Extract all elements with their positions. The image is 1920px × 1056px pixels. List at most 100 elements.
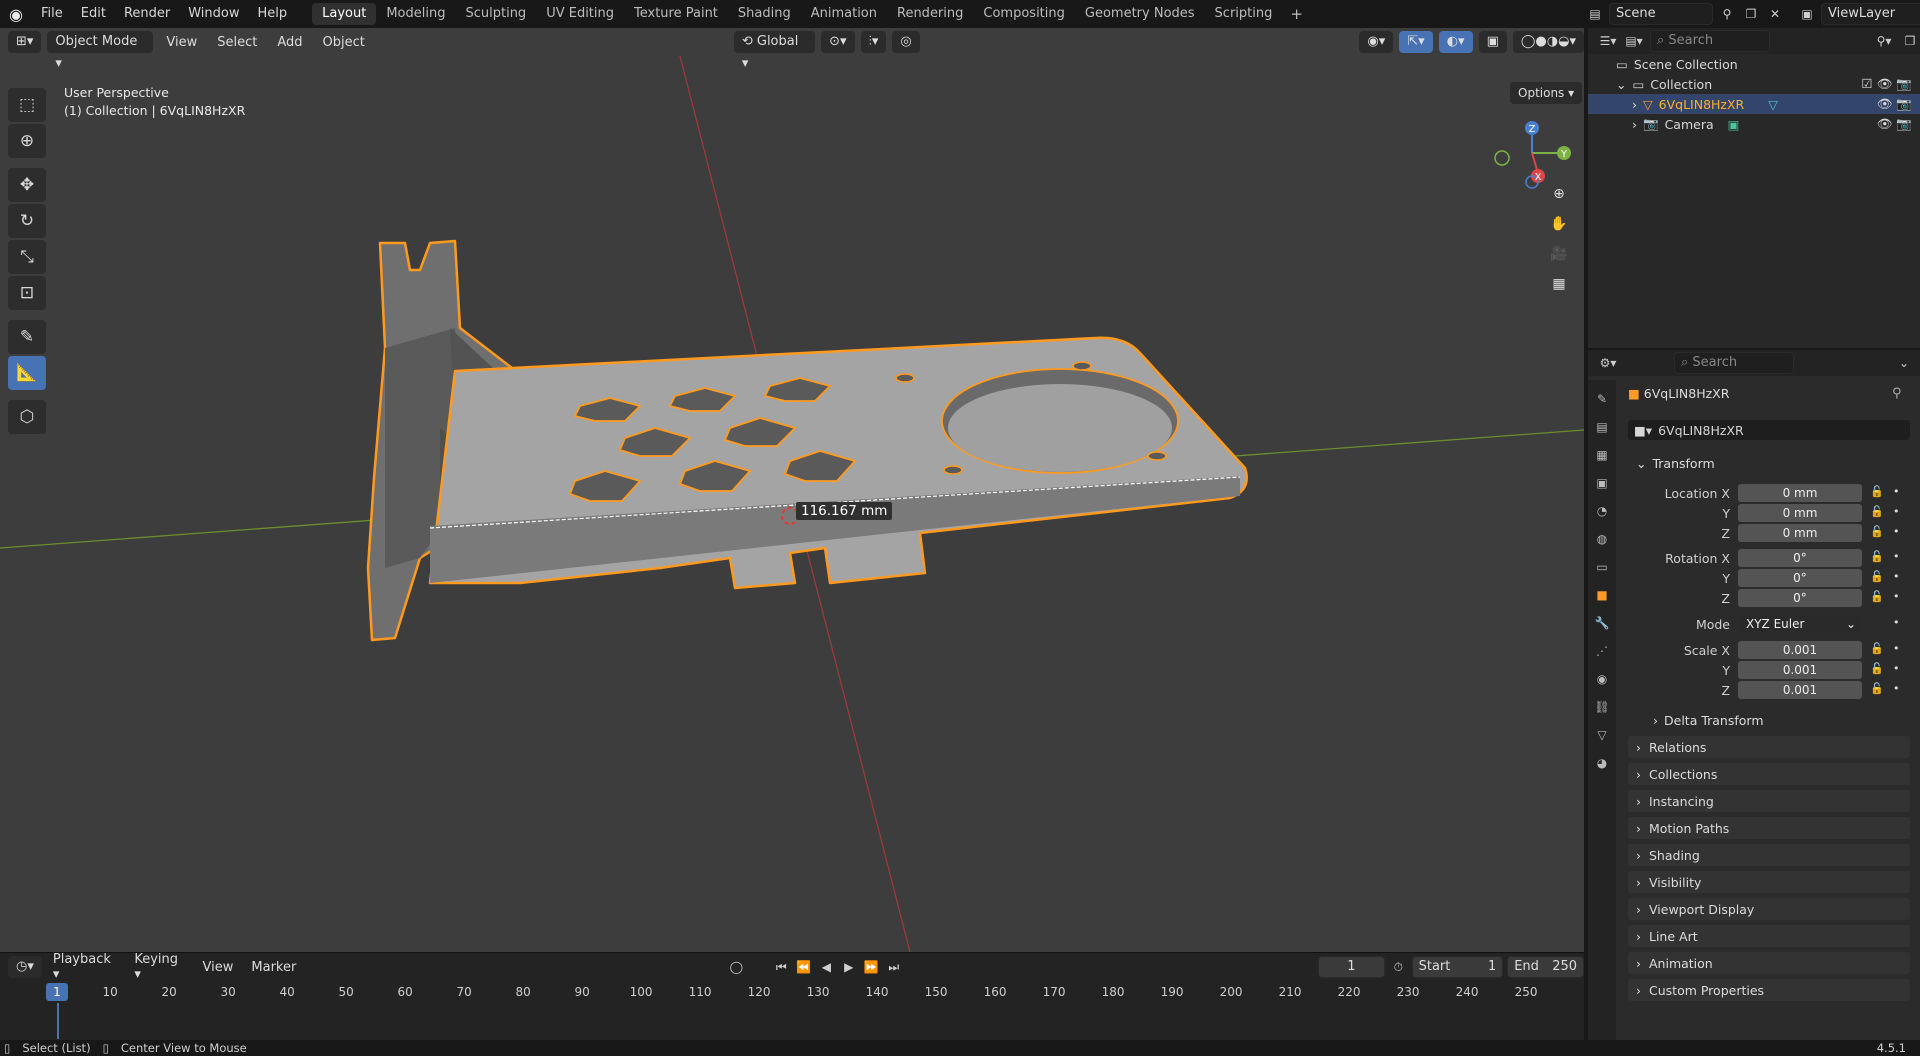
move-icon[interactable]: ✥ bbox=[8, 168, 46, 202]
menu-marker[interactable]: Marker bbox=[244, 960, 303, 975]
expand-icon[interactable]: › bbox=[1632, 97, 1637, 112]
rotation-mode-dropdown[interactable]: XYZ Euler ⌄ bbox=[1738, 615, 1862, 633]
rotation-x-field[interactable]: 0° bbox=[1738, 549, 1862, 567]
keyframe-dot-icon[interactable]: • bbox=[1893, 550, 1900, 563]
filter-icon[interactable]: ⚲▾ bbox=[1874, 31, 1894, 51]
new-scene-icon[interactable]: ❐ bbox=[1741, 4, 1761, 24]
physics-tab-icon[interactable]: ◉ bbox=[1592, 668, 1612, 690]
keyframe-dot-icon[interactable]: • bbox=[1893, 642, 1900, 655]
navigation-gizmo[interactable]: Z Y X bbox=[1494, 121, 1571, 189]
snap-icon[interactable]: ⫶▾ bbox=[860, 31, 887, 53]
expand-icon[interactable]: ⌄ bbox=[1616, 77, 1626, 92]
checkbox-icon[interactable]: ☑ 👁 📷 bbox=[1861, 76, 1912, 92]
tree-scene-collection[interactable]: ▭ Scene Collection bbox=[1588, 54, 1920, 74]
overlay-toggle-icon[interactable]: ◐▾ bbox=[1438, 31, 1473, 53]
tab-scripting[interactable]: Scripting bbox=[1205, 3, 1283, 25]
panel-collections[interactable]: › Collections bbox=[1628, 763, 1910, 785]
rotation-z-field[interactable]: 0° bbox=[1738, 589, 1862, 607]
xray-icon[interactable]: ▣ bbox=[1478, 31, 1507, 53]
lock-icon[interactable]: 🔓 bbox=[1870, 485, 1884, 498]
panel-line-art[interactable]: › Line Art bbox=[1628, 925, 1910, 947]
panel-motion-paths[interactable]: › Motion Paths bbox=[1628, 817, 1910, 839]
scale-y-field[interactable]: 0.001 bbox=[1738, 661, 1862, 679]
end-frame-field[interactable]: End 250 bbox=[1507, 956, 1585, 978]
blender-logo-icon[interactable]: ◉ bbox=[0, 0, 32, 28]
start-frame-field[interactable]: Start 1 bbox=[1411, 956, 1504, 978]
panel-instancing[interactable]: › Instancing bbox=[1628, 790, 1910, 812]
playhead[interactable]: 1 bbox=[46, 983, 68, 1001]
zoom-icon[interactable]: ⊕ bbox=[1545, 180, 1573, 208]
new-collection-icon[interactable]: ❐ bbox=[1900, 31, 1920, 51]
keyframe-dot-icon[interactable]: • bbox=[1893, 662, 1900, 675]
viewport-scene[interactable]: Z Y X bbox=[0, 28, 1584, 952]
keyframe-dot-icon[interactable]: • bbox=[1893, 485, 1900, 498]
tab-shading[interactable]: Shading bbox=[728, 3, 801, 25]
menu-render[interactable]: Render bbox=[115, 0, 179, 28]
constraints-tab-icon[interactable]: ⛓ bbox=[1592, 696, 1612, 718]
keyframe-dot-icon[interactable]: • bbox=[1893, 590, 1900, 603]
tab-rendering[interactable]: Rendering bbox=[887, 3, 973, 25]
material-tab-icon[interactable]: ◕ bbox=[1592, 752, 1612, 774]
menu-help[interactable]: Help bbox=[249, 0, 297, 28]
transform-icon[interactable]: ⊡ bbox=[8, 276, 46, 310]
lock-icon[interactable]: 🔓 bbox=[1870, 590, 1884, 603]
cursor-icon[interactable]: ⊕ bbox=[8, 124, 46, 158]
location-y-field[interactable]: 0 mm bbox=[1738, 504, 1862, 522]
panel-visibility[interactable]: › Visibility bbox=[1628, 871, 1910, 893]
mode-dropdown[interactable]: Object Mode ▾ bbox=[47, 31, 154, 71]
gizmo-toggle-icon[interactable]: ⇱▾ bbox=[1399, 31, 1433, 53]
menu-window[interactable]: Window bbox=[179, 0, 248, 28]
menu-select[interactable]: Select bbox=[210, 35, 264, 50]
pan-hand-icon[interactable]: ✋ bbox=[1545, 210, 1573, 238]
menu-keying[interactable]: Keying ▾ bbox=[127, 952, 191, 982]
tab-texture-paint[interactable]: Texture Paint bbox=[624, 3, 728, 25]
panel-viewport-display[interactable]: › Viewport Display bbox=[1628, 898, 1910, 920]
scale-x-field[interactable]: 0.001 bbox=[1738, 641, 1862, 659]
location-x-field[interactable]: 0 mm bbox=[1738, 484, 1862, 502]
tab-sculpting[interactable]: Sculpting bbox=[455, 3, 536, 25]
add-workspace-button[interactable]: + bbox=[1282, 5, 1311, 23]
panel-custom-properties[interactable]: › Custom Properties bbox=[1628, 979, 1910, 1001]
visibility-icon[interactable]: ◉▾ bbox=[1359, 31, 1394, 53]
keyframe-dot-icon[interactable]: • bbox=[1893, 505, 1900, 518]
tab-animation[interactable]: Animation bbox=[801, 3, 887, 25]
properties-search[interactable]: ⌕ Search bbox=[1674, 352, 1794, 374]
panel-relations[interactable]: › Relations bbox=[1628, 736, 1910, 758]
play-reverse-icon[interactable]: ◀ bbox=[817, 957, 835, 977]
options-dropdown[interactable]: Options ▾ bbox=[1510, 82, 1583, 104]
timeline-editor-icon[interactable]: ◷▾ bbox=[8, 956, 42, 978]
object-tab-icon[interactable]: ■ bbox=[1592, 584, 1612, 606]
mesh-data-icon[interactable]: ▽ bbox=[1768, 97, 1778, 112]
jump-start-icon[interactable]: ⏮ bbox=[772, 957, 790, 977]
data-tab-icon[interactable]: ▽ bbox=[1592, 724, 1612, 746]
pin-icon[interactable]: ⚲ bbox=[1717, 4, 1737, 24]
particles-tab-icon[interactable]: ⋰ bbox=[1592, 640, 1612, 662]
collection-tab-icon[interactable]: ▭ bbox=[1592, 556, 1612, 578]
display-mode-icon[interactable]: ▤▾ bbox=[1624, 31, 1644, 51]
tab-layout[interactable]: Layout bbox=[312, 3, 377, 25]
camera-view-icon[interactable]: 🎥 bbox=[1545, 240, 1573, 268]
tool-tab-icon[interactable]: ✎ bbox=[1592, 388, 1612, 410]
panel-shading[interactable]: › Shading bbox=[1628, 844, 1910, 866]
menu-edit[interactable]: Edit bbox=[72, 0, 115, 28]
close-icon[interactable]: ✕ bbox=[1765, 4, 1785, 24]
prev-keyframe-icon[interactable]: ⏪ bbox=[795, 957, 813, 977]
editor-type-icon[interactable]: ⊞▾ bbox=[8, 31, 42, 53]
tab-compositing[interactable]: Compositing bbox=[973, 3, 1075, 25]
lock-icon[interactable]: 🔓 bbox=[1870, 642, 1884, 655]
menu-object[interactable]: Object bbox=[316, 35, 372, 50]
menu-add[interactable]: Add bbox=[270, 35, 309, 50]
delta-transform-header[interactable]: › Delta Transform bbox=[1645, 709, 1910, 731]
render-tab-icon[interactable]: ▤ bbox=[1592, 416, 1612, 438]
camera-data-icon[interactable]: ▣ bbox=[1728, 117, 1740, 132]
current-frame-field[interactable]: 1 bbox=[1317, 956, 1386, 978]
scene-field[interactable]: Scene bbox=[1609, 3, 1713, 25]
transform-orientation-dropdown[interactable]: ⟲ Global ▾ bbox=[733, 31, 816, 71]
pin-icon[interactable]: ⚲ bbox=[1892, 386, 1902, 401]
keyframe-dot-icon[interactable]: • bbox=[1893, 682, 1900, 695]
measure-icon[interactable]: 📐 bbox=[8, 356, 46, 390]
pivot-icon[interactable]: ⊙▾ bbox=[821, 31, 855, 53]
transform-panel-header[interactable]: ⌄ Transform bbox=[1628, 452, 1910, 474]
object-name-field[interactable]: ■▾ 6VqLIN8HzXR bbox=[1628, 420, 1910, 440]
editor-type-icon[interactable]: ⚙▾ bbox=[1598, 353, 1618, 373]
